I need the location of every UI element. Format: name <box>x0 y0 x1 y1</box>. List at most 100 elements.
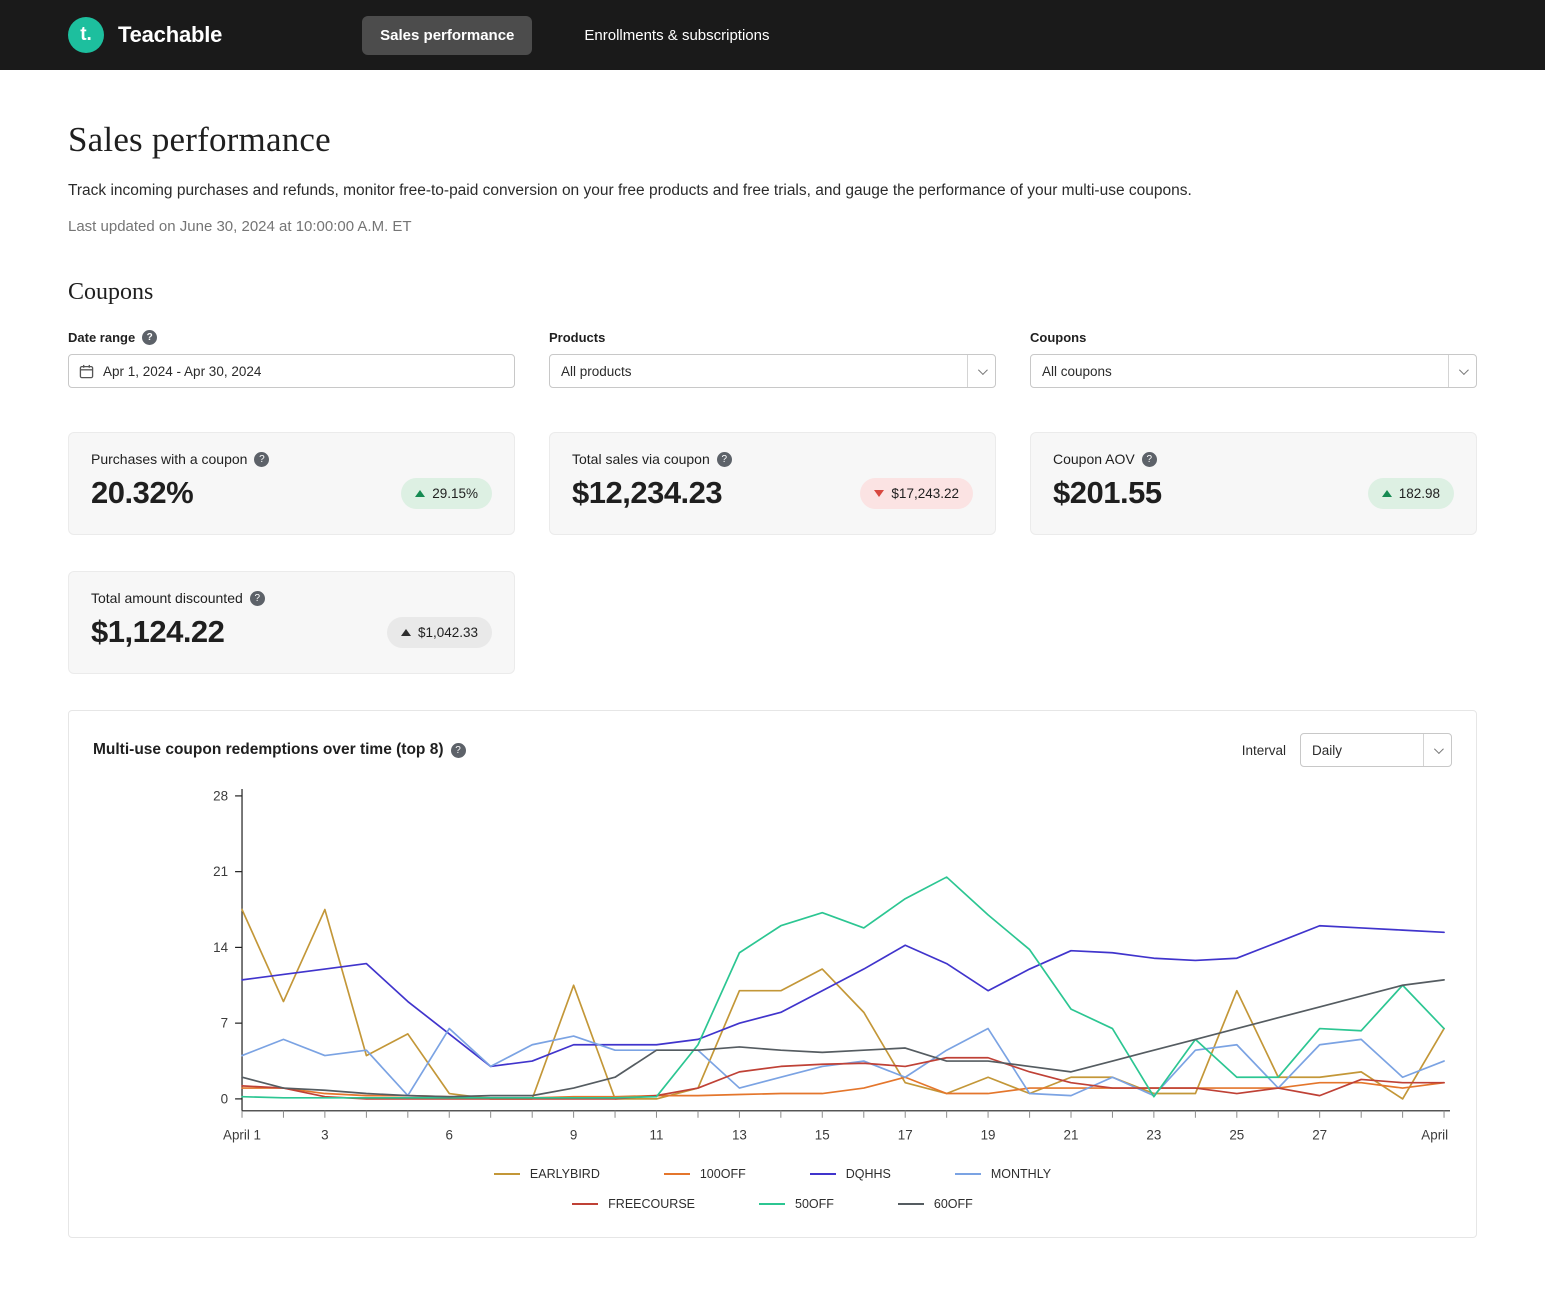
legend-swatch-icon <box>898 1203 924 1205</box>
svg-text:17: 17 <box>898 1128 913 1143</box>
page-description: Track incoming purchases and refunds, mo… <box>68 182 1477 200</box>
last-updated-text: Last updated on June 30, 2024 at 10:00:0… <box>68 218 1477 235</box>
svg-text:19: 19 <box>981 1128 996 1143</box>
legend-swatch-icon <box>664 1173 690 1175</box>
legend-item-50off[interactable]: 50OFF <box>759 1197 834 1211</box>
legend-item-60off[interactable]: 60OFF <box>898 1197 973 1211</box>
arrow-up-icon <box>1382 490 1392 497</box>
chevron-down-icon <box>1423 734 1451 766</box>
page-title: Sales performance <box>68 120 1477 160</box>
stat-delta: 29.15% <box>432 486 478 501</box>
help-icon[interactable]: ? <box>254 452 269 467</box>
legend-row: EARLYBIRD 100OFF DQHHS MONTHLY <box>93 1167 1452 1181</box>
stat-delta-badge: 29.15% <box>401 478 492 509</box>
legend-row: FREECOURSE 50OFF 60OFF <box>93 1197 1452 1211</box>
help-icon[interactable]: ? <box>142 330 157 345</box>
stat-value: $201.55 <box>1053 475 1162 511</box>
svg-text:28: 28 <box>213 788 228 803</box>
stat-delta-badge: 182.98 <box>1368 478 1454 509</box>
interval-value: Daily <box>1312 743 1342 758</box>
stat-value: 20.32% <box>91 475 193 511</box>
svg-text:0: 0 <box>221 1091 228 1106</box>
legend-swatch-icon <box>810 1173 836 1175</box>
filter-products: Products All products <box>549 330 996 388</box>
coupon-redemptions-chart-card: Multi-use coupon redemptions over time (… <box>68 710 1477 1238</box>
products-label: Products <box>549 330 605 345</box>
legend-item-monthly[interactable]: MONTHLY <box>955 1167 1051 1181</box>
logo-letter: t. <box>80 24 92 46</box>
stat-label: Purchases with a coupon <box>91 451 247 467</box>
products-select[interactable]: All products <box>549 354 996 388</box>
coupon-redemptions-line-chart: 07142128April 1369111315171921232527Apri… <box>93 781 1452 1151</box>
tab-sales-performance[interactable]: Sales performance <box>362 16 532 55</box>
svg-text:25: 25 <box>1229 1128 1244 1143</box>
filter-coupons: Coupons All coupons <box>1030 330 1477 388</box>
stat-label: Total amount discounted <box>91 590 243 606</box>
products-value: All products <box>561 364 632 379</box>
stat-label: Total sales via coupon <box>572 451 710 467</box>
filters-row: Date range ? Apr 1, 2024 - Apr 30, 2024 … <box>68 330 1477 388</box>
stat-card-total-amount-discounted: Total amount discounted ? $1,124.22 $1,0… <box>68 571 515 674</box>
interval-label: Interval <box>1242 743 1286 758</box>
date-range-input[interactable]: Apr 1, 2024 - Apr 30, 2024 <box>68 354 515 388</box>
svg-text:3: 3 <box>321 1128 328 1143</box>
section-title-coupons: Coupons <box>68 279 1477 306</box>
svg-text:23: 23 <box>1146 1128 1161 1143</box>
svg-text:6: 6 <box>446 1128 453 1143</box>
svg-text:15: 15 <box>815 1128 830 1143</box>
legend-item-earlybird[interactable]: EARLYBIRD <box>494 1167 600 1181</box>
chevron-down-icon <box>967 355 995 387</box>
arrow-up-icon <box>415 490 425 497</box>
teachable-logo-icon[interactable]: t. <box>68 17 104 53</box>
stat-value: $12,234.23 <box>572 475 722 511</box>
svg-text:9: 9 <box>570 1128 577 1143</box>
svg-text:13: 13 <box>732 1128 747 1143</box>
svg-text:14: 14 <box>213 940 228 955</box>
coupons-value: All coupons <box>1042 364 1112 379</box>
stat-value: $1,124.22 <box>91 614 224 650</box>
chart-title: Multi-use coupon redemptions over time (… <box>93 741 444 759</box>
svg-text:21: 21 <box>213 864 228 879</box>
legend-label: MONTHLY <box>991 1167 1051 1181</box>
legend-swatch-icon <box>494 1173 520 1175</box>
date-range-value: Apr 1, 2024 - Apr 30, 2024 <box>103 364 261 379</box>
legend-item-freecourse[interactable]: FREECOURSE <box>572 1197 695 1211</box>
arrow-up-icon <box>401 629 411 636</box>
legend-item-dqhhs[interactable]: DQHHS <box>810 1167 891 1181</box>
svg-text:21: 21 <box>1064 1128 1079 1143</box>
legend-label: 50OFF <box>795 1197 834 1211</box>
help-icon[interactable]: ? <box>451 743 466 758</box>
legend-swatch-icon <box>759 1203 785 1205</box>
svg-text:April 1: April 1 <box>223 1128 261 1143</box>
legend-swatch-icon <box>955 1173 981 1175</box>
top-nav: Sales performance Enrollments & subscrip… <box>362 16 787 55</box>
help-icon[interactable]: ? <box>717 452 732 467</box>
legend-label: 60OFF <box>934 1197 973 1211</box>
stat-card-purchases-with-coupon: Purchases with a coupon ? 20.32% 29.15% <box>68 432 515 535</box>
stat-card-total-sales-via-coupon: Total sales via coupon ? $12,234.23 $17,… <box>549 432 996 535</box>
help-icon[interactable]: ? <box>250 591 265 606</box>
calendar-icon <box>79 364 94 379</box>
tab-enrollments-subscriptions[interactable]: Enrollments & subscriptions <box>566 16 787 55</box>
brand: t. Teachable <box>68 17 222 53</box>
stat-delta-badge: $17,243.22 <box>860 478 973 509</box>
date-range-label: Date range <box>68 330 135 345</box>
legend-label: 100OFF <box>700 1167 746 1181</box>
help-icon[interactable]: ? <box>1142 452 1157 467</box>
legend-item-100off[interactable]: 100OFF <box>664 1167 746 1181</box>
svg-text:11: 11 <box>650 1128 664 1143</box>
svg-text:7: 7 <box>221 1016 228 1031</box>
chart-legend: EARLYBIRD 100OFF DQHHS MONTHLY FREECOURSE 50O… <box>93 1167 1452 1211</box>
svg-text:April 30: April 30 <box>1421 1128 1452 1143</box>
stat-card-coupon-aov: Coupon AOV ? $201.55 182.98 <box>1030 432 1477 535</box>
legend-label: DQHHS <box>846 1167 891 1181</box>
stat-delta: $17,243.22 <box>891 486 959 501</box>
legend-label: EARLYBIRD <box>530 1167 600 1181</box>
interval-select[interactable]: Daily <box>1300 733 1452 767</box>
chevron-down-icon <box>1448 355 1476 387</box>
main-content: Sales performance Track incoming purchas… <box>0 120 1545 1268</box>
stat-delta-badge: $1,042.33 <box>387 617 492 648</box>
arrow-down-icon <box>874 490 884 497</box>
stat-label: Coupon AOV <box>1053 451 1135 467</box>
coupons-select[interactable]: All coupons <box>1030 354 1477 388</box>
